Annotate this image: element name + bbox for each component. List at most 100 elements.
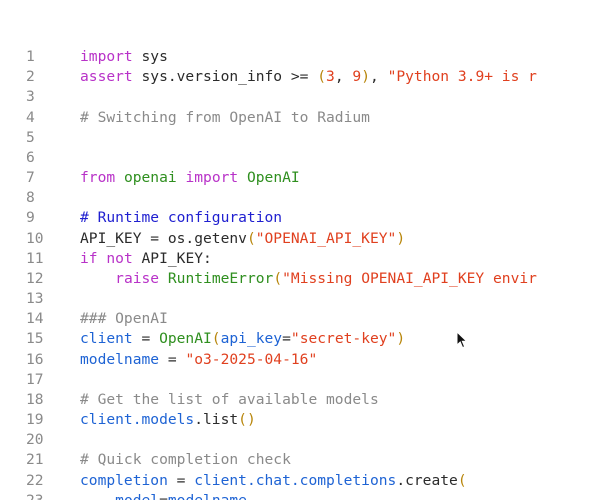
- code-token: import: [185, 169, 239, 187]
- code-line[interactable]: 3: [0, 87, 600, 107]
- code-line[interactable]: 22 completion = client.chat.completions.c…: [0, 471, 600, 491]
- code-line[interactable]: 7 from openai import OpenAI: [0, 168, 600, 188]
- code-line[interactable]: 12 raise RuntimeError("Missing OPENAI_AP…: [0, 269, 600, 289]
- code-token: completion: [80, 471, 168, 489]
- code-token: sys: [132, 48, 168, 65]
- line-number: 22: [26, 471, 44, 489]
- code-content[interactable]: # Runtime configuration: [80, 208, 282, 228]
- code-content[interactable]: client = OpenAI(api_key="secret-key"): [80, 329, 405, 349]
- code-token: # Runtime configuration: [80, 209, 283, 227]
- code-token: client.chat.completions: [194, 471, 397, 489]
- code-line[interactable]: 11 if not API_KEY:: [0, 249, 600, 269]
- code-token: from: [80, 169, 116, 187]
- code-token: ,: [370, 68, 388, 86]
- line-number: 6: [26, 148, 35, 166]
- code-line[interactable]: 4 # Switching from OpenAI to Radium: [0, 108, 600, 128]
- line-number: 19: [26, 411, 44, 429]
- line-number: 7: [26, 169, 35, 187]
- line-number: 21: [26, 451, 44, 469]
- code-token: .list: [194, 411, 239, 429]
- line-number: 16: [26, 350, 44, 368]
- line-number: 10: [26, 229, 44, 247]
- code-token: API_KEY = os.getenv: [80, 229, 247, 247]
- code-content[interactable]: # Switching from OpenAI to Radium: [80, 108, 370, 128]
- line-number: 4: [26, 108, 35, 126]
- code-token: assert: [80, 68, 133, 86]
- code-token: (: [246, 229, 256, 247]
- code-line[interactable]: 15 client = OpenAI(api_key="secret-key"): [0, 329, 600, 349]
- code-token: "Python 3.9+ is r: [387, 68, 537, 86]
- code-line[interactable]: 14 ### OpenAI: [0, 309, 600, 329]
- code-content[interactable]: from openai import OpenAI: [80, 168, 300, 188]
- code-line[interactable]: 10 API_KEY = os.getenv("OPENAI_API_KEY"): [0, 229, 600, 249]
- code-token: 3: [326, 68, 335, 86]
- code-token: "o3-2025-04-16": [185, 350, 318, 368]
- line-number: 23: [26, 491, 52, 500]
- code-content[interactable]: raise RuntimeError("Missing OPENAI_API_K…: [80, 269, 537, 289]
- code-token: RuntimeError: [167, 269, 274, 287]
- code-content[interactable]: modelname = "o3-2025-04-16": [80, 350, 317, 370]
- code-token: model: [115, 492, 159, 500]
- code-token: "Missing OPENAI_API_KEY envir: [282, 269, 537, 287]
- line-number: 1: [26, 48, 35, 65]
- line-number: 15: [26, 330, 44, 348]
- code-token: 9: [352, 68, 362, 86]
- code-line[interactable]: 19 client.models.list(): [0, 410, 600, 430]
- code-lines[interactable]: 1 import sys 2 assert sys.version_info >= (…: [0, 47, 600, 500]
- code-line[interactable]: 8: [0, 188, 600, 208]
- code-line[interactable]: 21 # Quick completion check: [0, 450, 600, 470]
- code-content[interactable]: # Quick completion check: [80, 450, 291, 470]
- line-number: 5: [26, 128, 35, 146]
- code-token: (: [211, 330, 221, 348]
- code-line[interactable]: 2 assert sys.version_info >= (3, 9), "Pyt…: [0, 67, 600, 87]
- code-content[interactable]: API_KEY = os.getenv("OPENAI_API_KEY"): [80, 229, 405, 249]
- code-token: =: [167, 471, 195, 489]
- code-token: # Switching from OpenAI to Radium: [80, 108, 370, 126]
- code-line[interactable]: 23 model=modelname,: [0, 491, 600, 500]
- code-token: import: [80, 48, 133, 65]
- code-token: sys.version_info >=: [132, 68, 318, 86]
- code-token: .create: [396, 471, 458, 489]
- code-token: "secret-key": [290, 330, 397, 348]
- code-token: client: [80, 330, 133, 348]
- code-token: openai: [123, 169, 177, 187]
- code-token: =: [132, 330, 160, 348]
- code-token: api_key: [220, 330, 283, 348]
- code-line[interactable]: 16 modelname = "o3-2025-04-16": [0, 350, 600, 370]
- code-editor[interactable]: 1 import sys 2 assert sys.version_info >= (…: [0, 0, 600, 500]
- code-token: not: [106, 249, 133, 267]
- code-content[interactable]: ### OpenAI: [80, 309, 168, 329]
- code-content[interactable]: assert sys.version_info >= (3, 9), "Pyth…: [80, 67, 537, 87]
- code-token: "OPENAI_API_KEY": [255, 229, 397, 247]
- line-number: 20: [26, 431, 44, 449]
- code-content[interactable]: import sys: [80, 47, 168, 67]
- code-content[interactable]: model=modelname,: [80, 491, 256, 500]
- code-line[interactable]: 13: [0, 289, 600, 309]
- code-content[interactable]: completion = client.chat.completions.cre…: [80, 471, 467, 491]
- code-token: raise: [115, 269, 160, 287]
- code-line[interactable]: 17: [0, 370, 600, 390]
- code-token: ): [361, 68, 370, 86]
- code-content[interactable]: # Get the list of available models: [80, 390, 379, 410]
- code-token: ): [396, 330, 406, 348]
- code-content[interactable]: if not API_KEY:: [80, 249, 212, 269]
- line-number: 3: [26, 88, 35, 106]
- code-line[interactable]: 18 # Get the list of available models: [0, 390, 600, 410]
- code-line[interactable]: 9 # Runtime configuration: [0, 208, 600, 228]
- code-token: # Quick completion check: [80, 451, 291, 469]
- line-number: 18: [26, 390, 44, 408]
- line-number: 2: [26, 68, 35, 86]
- code-line[interactable]: 5: [0, 128, 600, 148]
- code-line[interactable]: 1 import sys: [0, 47, 600, 67]
- code-token: (: [317, 68, 327, 86]
- code-token: API_KEY:: [132, 249, 212, 267]
- code-line[interactable]: 6: [0, 148, 600, 168]
- code-line[interactable]: 20: [0, 430, 600, 450]
- code-content[interactable]: client.models.list(): [80, 410, 256, 430]
- line-number: 14: [26, 310, 44, 328]
